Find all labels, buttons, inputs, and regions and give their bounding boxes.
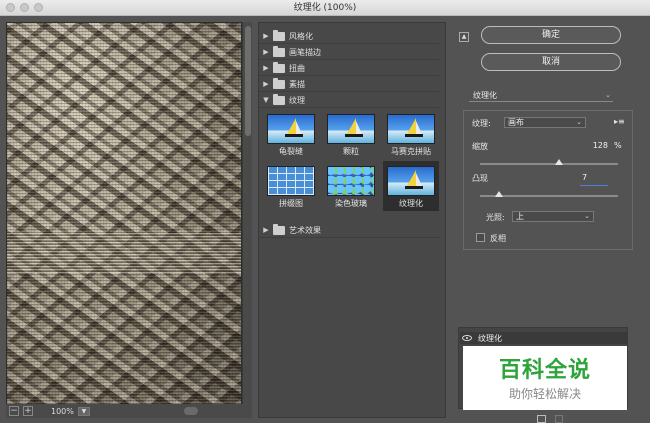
- chevron-down-icon: ⌄: [576, 118, 582, 126]
- category-label: 纹理: [289, 95, 305, 105]
- effect-layers-panel: 纹理化 百科全说 助你轻松解决: [458, 327, 628, 410]
- zoom-in-button[interactable]: +: [23, 406, 33, 416]
- collapsed-arrow-icon: ▶: [263, 226, 269, 234]
- collapsed-arrow-icon: ▶: [263, 48, 269, 56]
- filter-thumbnail: [327, 166, 375, 196]
- scaling-label: 缩放: [472, 142, 488, 151]
- category-texture[interactable]: ▼ 纹理: [259, 93, 439, 108]
- category-label: 风格化: [289, 31, 313, 41]
- invert-checkbox[interactable]: [476, 233, 485, 242]
- folder-icon: [273, 61, 285, 73]
- filter-label: 龟裂缝: [279, 147, 303, 156]
- invert-label: 反相: [490, 234, 506, 243]
- collapse-gallery-icon[interactable]: ▲: [459, 32, 469, 42]
- texture-value: 画布: [508, 118, 524, 127]
- scaling-unit: %: [614, 141, 622, 150]
- folder-icon: [273, 77, 285, 89]
- filter-label: 染色玻璃: [335, 199, 367, 208]
- minimize-window-button[interactable]: [20, 3, 29, 12]
- category-distort[interactable]: ▶ 扭曲: [259, 61, 439, 76]
- scaling-value[interactable]: 128: [582, 141, 608, 150]
- filter-stained-glass[interactable]: 染色玻璃: [323, 163, 379, 209]
- watermark-subtitle: 助你轻松解决: [508, 387, 581, 401]
- watermark-title: 百科全说: [498, 358, 591, 383]
- filter-label: 拼缀图: [279, 199, 303, 208]
- relief-value[interactable]: 7: [582, 173, 592, 182]
- scaling-slider[interactable]: [480, 159, 618, 165]
- filter-craquelure[interactable]: 龟裂缝: [263, 111, 319, 157]
- chevron-down-icon: ⌄: [584, 212, 590, 220]
- filter-patchwork[interactable]: 拼缀图: [263, 163, 319, 209]
- window-titlebar: 纹理化 (100%): [0, 0, 650, 16]
- effect-layer-label: 纹理化: [478, 333, 502, 343]
- filter-settings-panel: ▲ 确定 取消 纹理化 ⌄ 纹理: 画布 ⌄ ▸≡ 缩放 128 % 凸现 7: [455, 22, 643, 423]
- texture-menu-icon[interactable]: ▸≡: [614, 117, 625, 126]
- texturizer-options: 纹理: 画布 ⌄ ▸≡ 缩放 128 % 凸现 7 光照: 上 ⌄ 反相: [463, 110, 633, 250]
- filter-thumbnail: [327, 114, 375, 144]
- filter-label: 颗粒: [343, 147, 359, 156]
- collapsed-arrow-icon: ▶: [263, 64, 269, 72]
- filter-label: 纹理化: [399, 199, 423, 208]
- ok-button[interactable]: 确定: [481, 26, 621, 44]
- filter-thumbnail: [267, 166, 315, 196]
- filter-grain[interactable]: 颗粒: [323, 111, 379, 157]
- category-label: 画笔描边: [289, 47, 321, 57]
- filter-label: 马赛克拼贴: [391, 147, 431, 156]
- folder-icon: [273, 223, 285, 235]
- zoom-window-button[interactable]: [34, 3, 43, 12]
- category-sketch[interactable]: ▶ 素描: [259, 77, 439, 92]
- category-label: 扭曲: [289, 63, 305, 73]
- category-label: 艺术效果: [289, 225, 321, 235]
- close-window-button[interactable]: [6, 3, 15, 12]
- effect-layer-row[interactable]: 纹理化: [460, 332, 628, 344]
- filter-thumbnail: [387, 114, 435, 144]
- preview-zoom-bar: − + 100% ▼: [6, 404, 252, 418]
- zoom-out-button[interactable]: −: [9, 406, 19, 416]
- cancel-button[interactable]: 取消: [481, 53, 621, 71]
- preview-horizontal-scroll-thumb[interactable]: [184, 407, 198, 415]
- relief-slider-knob[interactable]: [495, 191, 504, 197]
- filter-thumbnail: [267, 114, 315, 144]
- filter-texturizer[interactable]: 纹理化: [383, 161, 439, 211]
- eye-icon[interactable]: [462, 335, 472, 341]
- preview-texture-band: [7, 233, 241, 273]
- preview-scroll-thumb[interactable]: [245, 26, 251, 136]
- zoom-dropdown-icon[interactable]: ▼: [77, 406, 90, 416]
- zoom-level: 100%: [51, 406, 74, 416]
- relief-label: 凸现: [472, 174, 488, 183]
- expanded-arrow-icon: ▼: [263, 96, 269, 104]
- category-artistic[interactable]: ▶ 艺术效果: [259, 223, 439, 238]
- texture-dropdown[interactable]: 画布 ⌄: [504, 117, 586, 128]
- light-label: 光照:: [486, 213, 505, 222]
- texture-label: 纹理:: [472, 119, 491, 128]
- filter-preview-canvas[interactable]: [6, 22, 242, 414]
- delete-layer-icon[interactable]: [555, 415, 563, 423]
- relief-slider[interactable]: [480, 191, 618, 197]
- folder-icon: [273, 45, 285, 57]
- filter-thumbnail: [387, 166, 435, 196]
- filter-gallery-dialog: − + 100% ▼ ▶ 风格化 ▶ 画笔描边 ▶ 扭曲 ▶ 素描 ▼ 纹理 龟…: [0, 16, 650, 423]
- category-stylize[interactable]: ▶ 风格化: [259, 29, 439, 44]
- window-title: 纹理化 (100%): [293, 3, 357, 13]
- scaling-slider-knob[interactable]: [554, 159, 563, 165]
- preview-vertical-scrollbar[interactable]: [242, 22, 252, 414]
- open-folder-icon: [273, 93, 285, 105]
- collapsed-arrow-icon: ▶: [263, 32, 269, 40]
- chevron-down-icon: ⌄: [605, 91, 611, 99]
- relief-input-underline: [580, 185, 608, 186]
- collapsed-arrow-icon: ▶: [263, 80, 269, 88]
- category-brush-strokes[interactable]: ▶ 画笔描边: [259, 45, 439, 60]
- filter-select-dropdown[interactable]: 纹理化 ⌄: [469, 90, 613, 102]
- watermark-logo: 百科全说 助你轻松解决: [463, 346, 627, 410]
- light-value: 上: [516, 212, 524, 221]
- light-dropdown[interactable]: 上 ⌄: [512, 211, 594, 222]
- category-label: 素描: [289, 79, 305, 89]
- filter-select-value: 纹理化: [473, 91, 497, 100]
- filter-category-list: ▶ 风格化 ▶ 画笔描边 ▶ 扭曲 ▶ 素描 ▼ 纹理 龟裂缝 颗粒 马赛克拼贴…: [258, 22, 446, 418]
- filter-mosaic-tiles[interactable]: 马赛克拼贴: [383, 111, 439, 157]
- folder-icon: [273, 29, 285, 41]
- new-effect-layer-icon[interactable]: [537, 415, 546, 423]
